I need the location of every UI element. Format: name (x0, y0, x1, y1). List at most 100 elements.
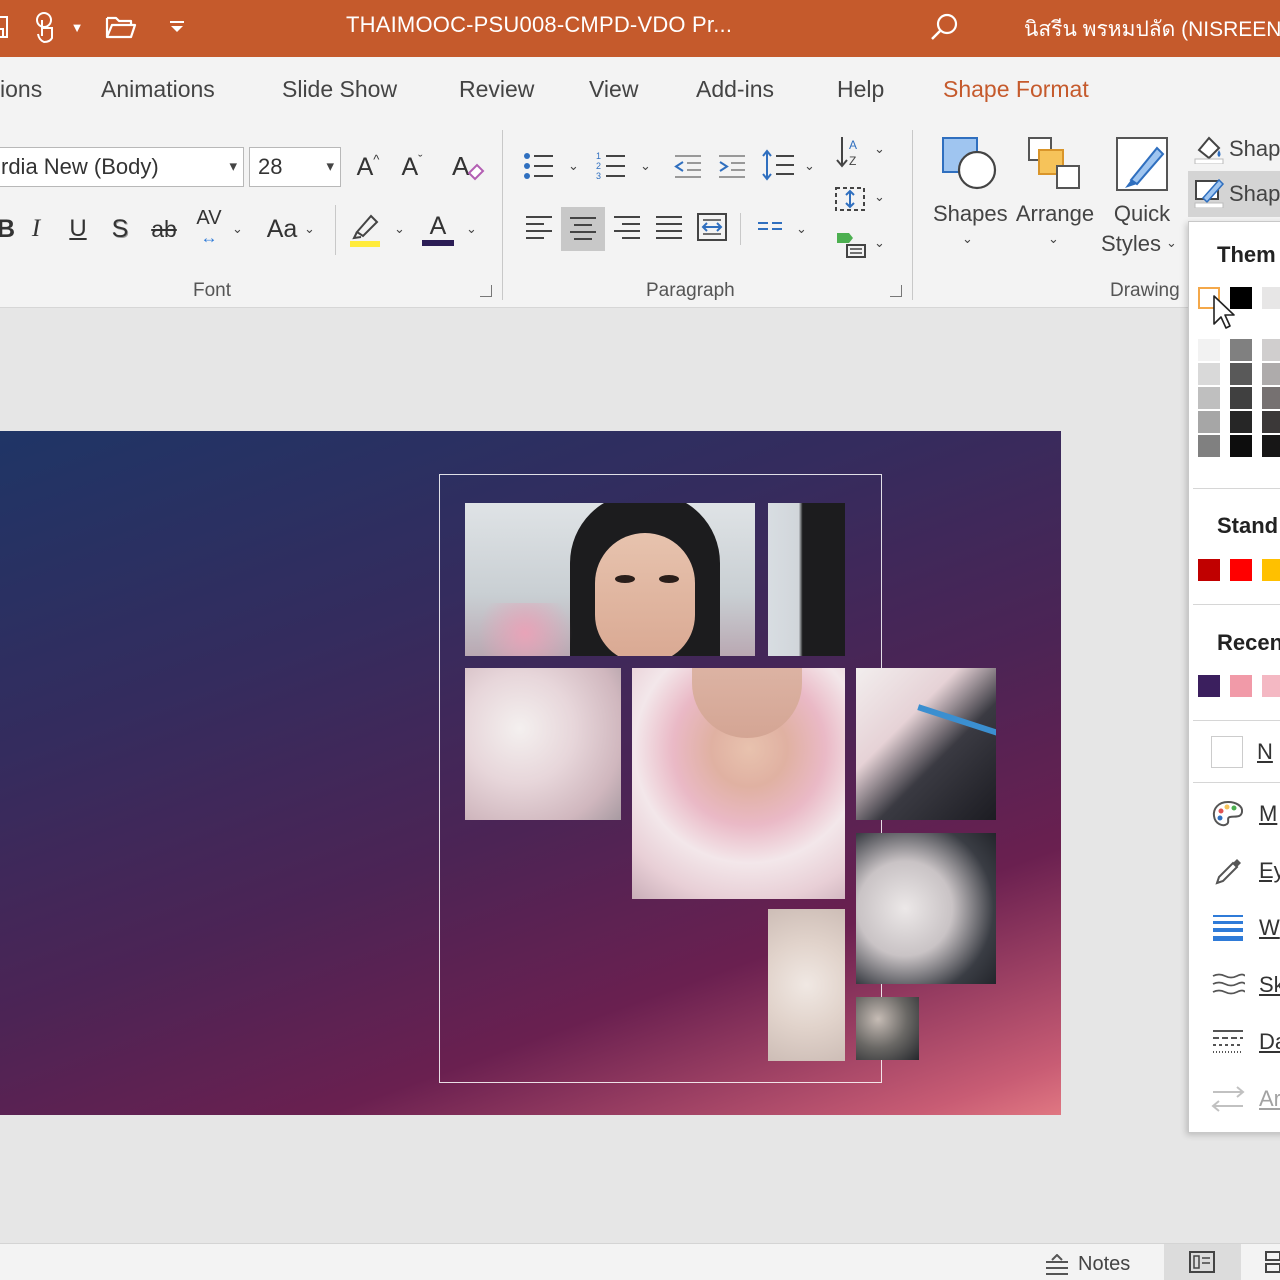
chevron-down-icon[interactable]: ▾ (229, 157, 237, 175)
strikethrough-button[interactable]: ab (146, 211, 182, 247)
chevron-down-icon[interactable]: ⌄ (874, 141, 885, 157)
tab-help[interactable]: Help (837, 76, 884, 103)
arrange-icon[interactable] (1022, 133, 1084, 195)
font-color-button[interactable]: A (420, 209, 456, 249)
tab-slide-show[interactable]: Slide Show (282, 76, 397, 103)
touch-dropdown-icon[interactable]: ▼ (68, 10, 86, 44)
slide-sorter-view-button[interactable] (1262, 1250, 1280, 1274)
theme-shade-swatch[interactable] (1230, 363, 1252, 385)
chevron-down-icon[interactable]: ⌄ (640, 158, 651, 174)
chevron-down-icon[interactable]: ⌄ (874, 235, 885, 251)
photo-tile[interactable] (465, 668, 621, 820)
photo-tile[interactable] (465, 503, 755, 656)
no-outline-item[interactable]: N (1211, 734, 1273, 770)
theme-shade-swatch[interactable] (1230, 435, 1252, 457)
user-name[interactable]: นิสรีน พรหมปลัด (NISREEN (1024, 13, 1280, 46)
recent-color-swatch[interactable] (1230, 675, 1252, 697)
underline-button[interactable]: U (64, 211, 92, 247)
numbering-button[interactable]: 123 (594, 149, 628, 183)
text-direction-button[interactable]: AZ (834, 133, 866, 171)
photo-tile[interactable] (768, 503, 845, 656)
theme-shade-swatch[interactable] (1262, 387, 1280, 409)
italic-button[interactable]: I (22, 211, 50, 247)
tab-animations[interactable]: Animations (101, 76, 215, 103)
columns-button[interactable] (752, 213, 788, 243)
touch-mode-icon[interactable] (30, 10, 62, 44)
open-folder-icon[interactable] (104, 10, 138, 44)
arrange-button[interactable]: Arrange (1013, 199, 1097, 229)
notes-button[interactable]: Notes (1044, 1253, 1130, 1276)
convert-to-smartart-button[interactable] (834, 227, 868, 261)
shape-fill-icon[interactable] (1192, 131, 1226, 165)
shape-outline-icon[interactable] (1192, 175, 1226, 209)
font-dialog-launcher-icon[interactable] (480, 285, 492, 297)
tab-add-ins[interactable]: Add-ins (696, 76, 774, 103)
line-spacing-button[interactable] (760, 147, 796, 183)
tab-transitions[interactable]: ions (0, 76, 42, 103)
tab-view[interactable]: View (589, 76, 638, 103)
arrows-item[interactable]: Ar (1211, 1081, 1280, 1117)
shape-fill-button[interactable]: Shap (1229, 134, 1280, 164)
paragraph-dialog-launcher-icon[interactable] (890, 285, 902, 297)
photo-tile[interactable] (856, 997, 919, 1060)
font-size-combo[interactable]: 28 ▾ (249, 147, 341, 187)
justify-button[interactable] (652, 211, 686, 245)
chevron-down-icon[interactable]: ⌄ (874, 189, 885, 205)
theme-shade-swatch[interactable] (1262, 435, 1280, 457)
align-left-button[interactable] (522, 211, 556, 245)
theme-shade-swatch[interactable] (1262, 339, 1280, 361)
theme-shade-swatch[interactable] (1198, 387, 1220, 409)
shrink-font-button[interactable]: Aˇ (396, 149, 428, 185)
theme-shade-swatch[interactable] (1198, 411, 1220, 433)
photo-tile[interactable] (856, 833, 996, 984)
font-name-combo[interactable]: rdia New (Body) ▾ (0, 147, 244, 187)
photo-tile[interactable] (632, 668, 845, 899)
theme-shade-swatch[interactable] (1262, 363, 1280, 385)
recent-color-swatch[interactable] (1198, 675, 1220, 697)
customize-qat-icon[interactable] (166, 10, 188, 44)
dashes-item[interactable]: Da (1211, 1024, 1280, 1060)
weight-item[interactable]: W (1211, 910, 1280, 946)
photo-tile[interactable] (768, 909, 845, 1061)
search-icon[interactable] (928, 10, 962, 44)
sketched-item[interactable]: Sk (1211, 967, 1280, 1003)
center-button[interactable] (561, 207, 605, 251)
chevron-down-icon[interactable]: ⌄ (466, 221, 477, 237)
quick-styles-label-1[interactable]: Quick (1098, 199, 1186, 229)
theme-shade-swatch[interactable] (1198, 435, 1220, 457)
theme-shade-swatch[interactable] (1230, 411, 1252, 433)
align-right-button[interactable] (610, 211, 644, 245)
standard-color-swatch[interactable] (1262, 559, 1280, 581)
bullets-button[interactable] (522, 149, 556, 183)
clear-formatting-button[interactable]: A (448, 147, 486, 187)
align-text-button[interactable] (832, 181, 868, 217)
chevron-down-icon[interactable]: ⌄ (232, 221, 243, 237)
bold-button[interactable]: B (0, 211, 16, 247)
theme-shade-swatch[interactable] (1262, 411, 1280, 433)
text-shadow-button[interactable]: S (106, 211, 134, 247)
slide-canvas[interactable] (0, 431, 1061, 1115)
chevron-down-icon[interactable]: ⌄ (796, 221, 807, 237)
eyedropper-item[interactable]: Ey (1211, 853, 1280, 889)
grow-font-button[interactable]: A ^ (352, 149, 384, 185)
theme-shade-swatch[interactable] (1230, 387, 1252, 409)
chevron-down-icon[interactable]: ⌄ (568, 158, 579, 174)
chevron-down-icon[interactable]: ⌄ (1048, 231, 1059, 247)
highlight-color-button[interactable] (346, 209, 384, 249)
quick-styles-label-2[interactable]: Styles (1090, 229, 1172, 259)
theme-shade-swatch[interactable] (1198, 363, 1220, 385)
theme-shade-swatch[interactable] (1230, 339, 1252, 361)
tab-review[interactable]: Review (459, 76, 534, 103)
theme-color-swatch[interactable] (1262, 287, 1280, 309)
chevron-down-icon[interactable]: ⌄ (804, 158, 815, 174)
chevron-down-icon[interactable]: ⌄ (304, 221, 315, 237)
recent-color-swatch[interactable] (1262, 675, 1280, 697)
standard-color-swatch[interactable] (1198, 559, 1220, 581)
distributed-button[interactable] (694, 209, 730, 245)
shapes-icon[interactable] (938, 133, 1000, 195)
shapes-button[interactable]: Shapes (933, 199, 1008, 229)
normal-view-button[interactable] (1164, 1244, 1241, 1280)
save-icon[interactable] (0, 10, 12, 44)
standard-color-swatch[interactable] (1230, 559, 1252, 581)
quick-styles-icon[interactable] (1112, 133, 1174, 195)
